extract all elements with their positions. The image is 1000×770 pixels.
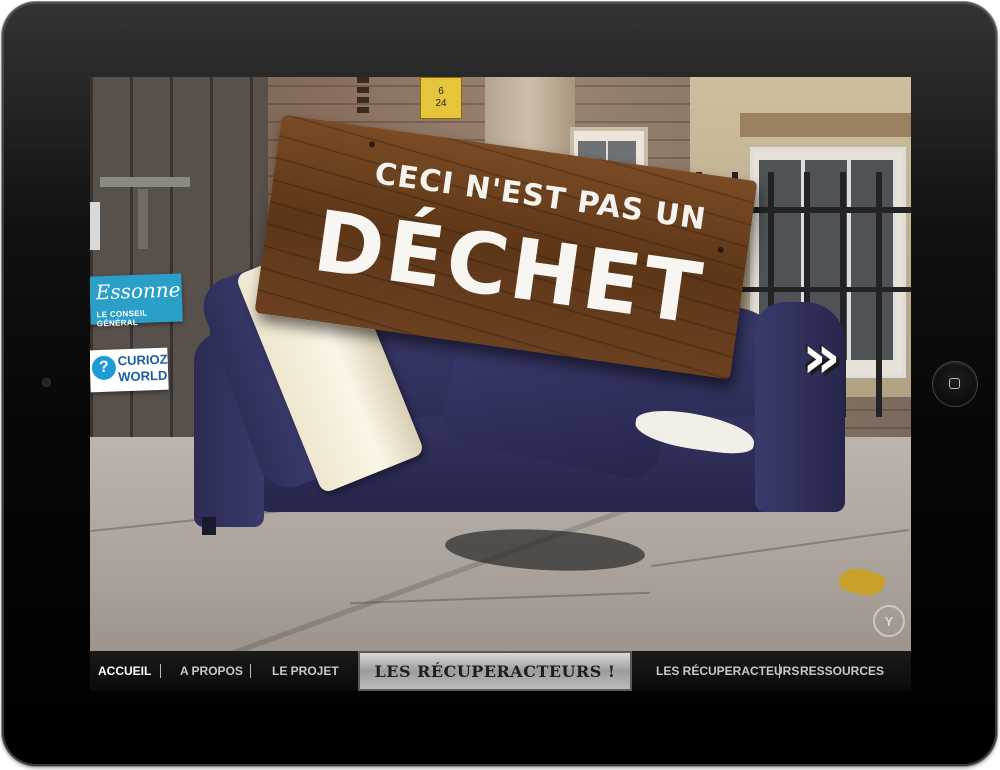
window-awning bbox=[740, 113, 911, 137]
next-arrow-button[interactable]: » bbox=[802, 325, 892, 389]
essonne-script: Essonne bbox=[95, 277, 181, 305]
nav-accueil[interactable]: ACCUEIL bbox=[98, 664, 151, 678]
watermark-logo: Y bbox=[873, 605, 905, 637]
curioz-line1: CURIOZ bbox=[117, 351, 168, 369]
sofa-leg bbox=[202, 517, 216, 535]
nav-les-recuperacteurs[interactable]: LES RÉCUPERACTEURS bbox=[656, 664, 799, 678]
nav-ressources[interactable]: RESSOURCES bbox=[800, 664, 884, 678]
nav-separator bbox=[779, 664, 780, 678]
curioz-world-logo[interactable]: ? CURIOZ WORLD bbox=[90, 347, 169, 393]
home-button[interactable] bbox=[933, 362, 977, 406]
nav-recuperacteurs-highlight[interactable]: LES RÉCUPERACTEURS ! bbox=[358, 651, 632, 691]
sign-chain bbox=[357, 77, 369, 117]
curioz-question-icon: ? bbox=[91, 355, 117, 381]
door-hinge bbox=[100, 177, 190, 187]
paper-scrap bbox=[90, 202, 100, 250]
address-number-bottom: 24 bbox=[435, 98, 447, 109]
nail-icon bbox=[368, 140, 376, 148]
app-screen: 6 24 Y Essonne LE CONSEIL GÉNÉRAL ? CURI… bbox=[90, 77, 911, 691]
essonne-logo[interactable]: Essonne LE CONSEIL GÉNÉRAL bbox=[90, 273, 183, 328]
nav-separator bbox=[160, 664, 161, 678]
essonne-subtitle: LE CONSEIL GÉNÉRAL bbox=[96, 308, 148, 329]
address-number-top: 6 bbox=[438, 86, 444, 97]
curioz-line2: WORLD bbox=[117, 367, 168, 385]
bottom-navigation: ACCUEIL A PROPOS LE PROJET LES RÉCUPERAC… bbox=[90, 651, 911, 691]
nav-recuperacteurs-highlight-label: LES RÉCUPERACTEURS ! bbox=[374, 661, 616, 681]
nav-le-projet[interactable]: LE PROJET bbox=[272, 664, 339, 678]
nav-a-propos[interactable]: A PROPOS bbox=[180, 664, 243, 678]
nav-separator bbox=[250, 664, 251, 678]
home-square-icon bbox=[949, 378, 960, 389]
address-number-plate: 6 24 bbox=[420, 77, 462, 119]
door-handle bbox=[138, 189, 148, 249]
camera-icon bbox=[43, 379, 50, 386]
